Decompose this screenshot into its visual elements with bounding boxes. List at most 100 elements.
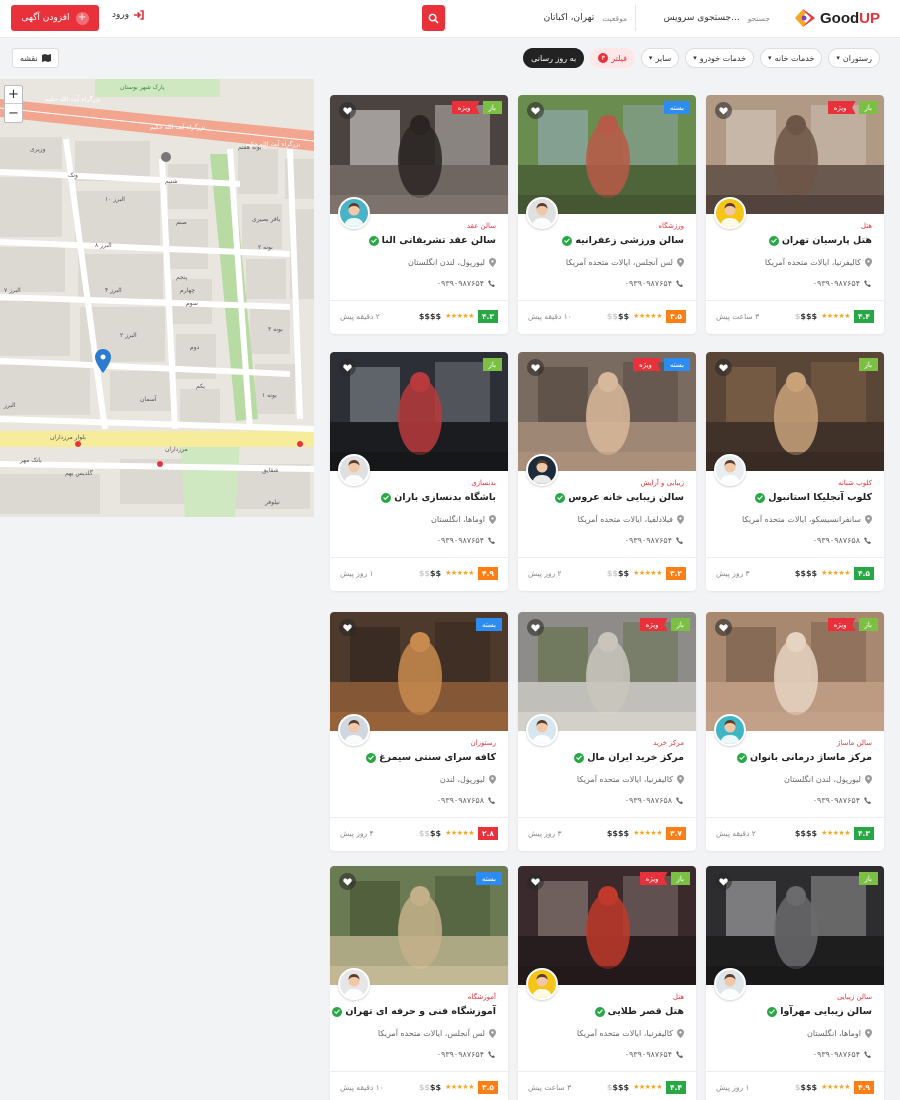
listing-phone[interactable]: ۰۹۳۹۰۹۸۷۶۵۴	[625, 279, 684, 288]
listing-title-row[interactable]: مرکز ماساژ درمانی بانوان	[737, 752, 872, 763]
listing-category[interactable]: رستوران	[471, 739, 496, 747]
search-button[interactable]	[422, 5, 445, 31]
listing-phone-text[interactable]: ۰۹۳۹۰۹۸۷۶۵۴	[625, 279, 672, 288]
listing-phone[interactable]: ۰۹۳۹۰۹۸۷۶۵۴	[813, 796, 872, 805]
avatar[interactable]	[714, 968, 746, 1000]
avatar[interactable]	[338, 197, 370, 229]
filter-dropdown-restaurant[interactable]: رستوران ▾	[828, 48, 880, 68]
listing-category[interactable]: سالن زیبایی	[837, 993, 872, 1001]
heart-icon[interactable]	[527, 102, 544, 119]
listing-title[interactable]: سالن زیبایی خانه عروس	[568, 492, 684, 503]
listing-phone-text[interactable]: ۰۹۳۹۰۹۸۷۶۵۴	[813, 796, 860, 805]
avatar[interactable]	[338, 714, 370, 746]
listing-card[interactable]: باز ویژه سالن عقد سالن عقد تشریفاتی النا لیو…	[330, 95, 508, 334]
listing-title-row[interactable]: سالن زیبایی مهرآوا	[767, 1006, 872, 1017]
add-listing-button[interactable]: افزودن آگهی +	[11, 5, 99, 31]
listing-phone[interactable]: ۰۹۳۹۰۹۸۷۶۵۴	[813, 279, 872, 288]
filter-button[interactable]: فیلتر ۳	[590, 48, 635, 68]
listing-card[interactable]: بسته آموزشگاه آموزشگاه فنی و حرفه ای تهران…	[330, 866, 508, 1100]
listing-phone-text[interactable]: ۰۹۳۹۰۹۸۷۶۵۴	[813, 1050, 860, 1059]
listing-phone-text[interactable]: ۰۹۳۹۰۹۸۷۶۵۸	[437, 796, 484, 805]
listing-phone[interactable]: ۰۹۳۹۰۹۸۷۶۵۸	[813, 536, 872, 545]
listing-phone-text[interactable]: ۰۹۳۹۰۹۸۷۶۵۸	[625, 796, 672, 805]
listing-image[interactable]	[706, 352, 884, 471]
listing-category[interactable]: سالن ماساژ	[837, 739, 872, 747]
listing-card[interactable]: باز ویژه هتل هتل پارسیان تهران کالیفرنیا، ای…	[706, 95, 884, 334]
listing-category[interactable]: سالن عقد	[467, 222, 496, 230]
zoom-in-button[interactable]: +	[5, 86, 22, 104]
listing-title[interactable]: سالن زیبایی مهرآوا	[780, 1006, 872, 1017]
listing-phone-text[interactable]: ۰۹۳۹۰۹۸۷۶۵۴	[437, 279, 484, 288]
listing-phone[interactable]: ۰۹۳۹۰۹۸۷۶۵۴	[437, 536, 496, 545]
map-view[interactable]: بزرگراه آیت الله حکیم بزرگراه آیت الله ح…	[0, 79, 314, 517]
listing-title-row[interactable]: سالن عقد تشریفاتی النا	[368, 235, 496, 246]
login-link[interactable]: ورود	[112, 10, 144, 20]
heart-icon[interactable]	[339, 102, 356, 119]
listing-card[interactable]: باز سالن زیبایی سالن زیبایی مهرآوا اوماها، …	[706, 866, 884, 1100]
listing-category[interactable]: بدنسازی	[471, 479, 496, 487]
map-toggle-button[interactable]: نقشه	[12, 48, 59, 68]
listing-phone[interactable]: ۰۹۳۹۰۹۸۷۶۵۴	[625, 1050, 684, 1059]
listing-title-row[interactable]: سالن زیبایی خانه عروس	[555, 492, 684, 503]
listing-title[interactable]: هتل پارسیان تهران	[782, 235, 872, 246]
listing-card[interactable]: بسته ویژه زیبایی و آرایش سالن زیبایی خانه ع…	[518, 352, 696, 591]
filter-dropdown-home-services[interactable]: خدمات خانه ▾	[760, 48, 823, 68]
avatar[interactable]	[714, 454, 746, 486]
heart-icon[interactable]	[715, 102, 732, 119]
filter-dropdown-car-services[interactable]: خدمات خودرو ▾	[685, 48, 755, 68]
keyword-field[interactable]: جستجوی سرویس... جستجو	[635, 5, 778, 31]
listing-phone-text[interactable]: ۰۹۳۹۰۹۸۷۶۵۴	[437, 1050, 484, 1059]
listing-title[interactable]: سالن ورزشی زعفرانیه	[575, 235, 684, 246]
listing-title-row[interactable]: هتل قصر طلایی	[594, 1006, 684, 1017]
update-button[interactable]: به روز رسانی	[523, 48, 585, 68]
listing-card[interactable]: باز ویژه سالن ماساژ مرکز ماساژ درمانی بانوا…	[706, 612, 884, 851]
listing-category[interactable]: مرکز خرید	[653, 739, 684, 747]
avatar[interactable]	[526, 714, 558, 746]
listing-title-row[interactable]: کلوب آنجلیکا استانبول	[755, 492, 872, 503]
avatar[interactable]	[526, 454, 558, 486]
listing-title-row[interactable]: مرکز خرید ایران مال	[574, 752, 684, 763]
avatar[interactable]	[714, 714, 746, 746]
listing-phone[interactable]: ۰۹۳۹۰۹۸۷۶۵۴	[625, 536, 684, 545]
listing-card[interactable]: باز کلوب شبانه کلوب آنجلیکا استانبول سانفرا…	[706, 352, 884, 591]
listing-title[interactable]: سالن عقد تشریفاتی النا	[382, 235, 496, 246]
listing-image[interactable]	[706, 866, 884, 985]
heart-icon[interactable]	[715, 873, 732, 890]
heart-icon[interactable]	[339, 359, 356, 376]
heart-icon[interactable]	[527, 359, 544, 376]
listing-phone-text[interactable]: ۰۹۳۹۰۹۸۷۶۵۴	[625, 536, 672, 545]
listing-title-row[interactable]: باشگاه بدنسازی باران	[381, 492, 496, 503]
listing-card[interactable]: بسته رستوران کافه سرای سنتی سیمرغ لیورپول، …	[330, 612, 508, 851]
listing-category[interactable]: کلوب شبانه	[838, 479, 872, 487]
listing-card[interactable]: باز بدنسازی باشگاه بدنسازی باران اوماها، ان…	[330, 352, 508, 591]
listing-title[interactable]: آموزشگاه فنی و حرفه ای تهران	[345, 1006, 496, 1017]
location-field[interactable]: تهران، اکباتان موقعیت	[445, 5, 635, 31]
listing-title[interactable]: کلوب آنجلیکا استانبول	[768, 492, 872, 503]
avatar[interactable]	[338, 968, 370, 1000]
listing-title[interactable]: مرکز ماساژ درمانی بانوان	[750, 752, 872, 763]
listing-phone[interactable]: ۰۹۳۹۰۹۸۷۶۵۸	[437, 796, 496, 805]
listing-phone-text[interactable]: ۰۹۳۹۰۹۸۷۶۵۴	[813, 279, 860, 288]
listing-phone-text[interactable]: ۰۹۳۹۰۹۸۷۶۵۴	[625, 1050, 672, 1059]
listing-title[interactable]: کافه سرای سنتی سیمرغ	[379, 752, 496, 763]
listing-category[interactable]: ورزشگاه	[658, 222, 684, 230]
listing-category[interactable]: هتل	[673, 993, 684, 1001]
avatar[interactable]	[526, 197, 558, 229]
listing-card[interactable]: باز ویژه مرکز خرید مرکز خرید ایران مال کالیف…	[518, 612, 696, 851]
listing-category[interactable]: هتل	[861, 222, 872, 230]
listing-category[interactable]: زیبایی و آرایش	[641, 479, 684, 487]
listing-phone[interactable]: ۰۹۳۹۰۹۸۷۶۵۸	[625, 796, 684, 805]
listing-card[interactable]: باز ویژه هتل هتل قصر طلایی کالیفرنیا، ایالات…	[518, 866, 696, 1100]
heart-icon[interactable]	[339, 873, 356, 890]
filter-dropdown-other[interactable]: سایر ▾	[640, 48, 680, 68]
listing-phone[interactable]: ۰۹۳۹۰۹۸۷۶۵۴	[437, 1050, 496, 1059]
logo[interactable]: GoodUP	[793, 6, 880, 30]
map-canvas[interactable]: بزرگراه آیت الله حکیم بزرگراه آیت الله ح…	[0, 79, 314, 517]
listing-image[interactable]	[330, 352, 508, 471]
listing-card[interactable]: بسته ورزشگاه سالن ورزشی زعفرانیه لس آنجلس، …	[518, 95, 696, 334]
heart-icon[interactable]	[715, 619, 732, 636]
listing-title[interactable]: باشگاه بدنسازی باران	[394, 492, 496, 503]
avatar[interactable]	[526, 968, 558, 1000]
keyword-input[interactable]: جستجوی سرویس...	[664, 13, 740, 23]
avatar[interactable]	[714, 197, 746, 229]
